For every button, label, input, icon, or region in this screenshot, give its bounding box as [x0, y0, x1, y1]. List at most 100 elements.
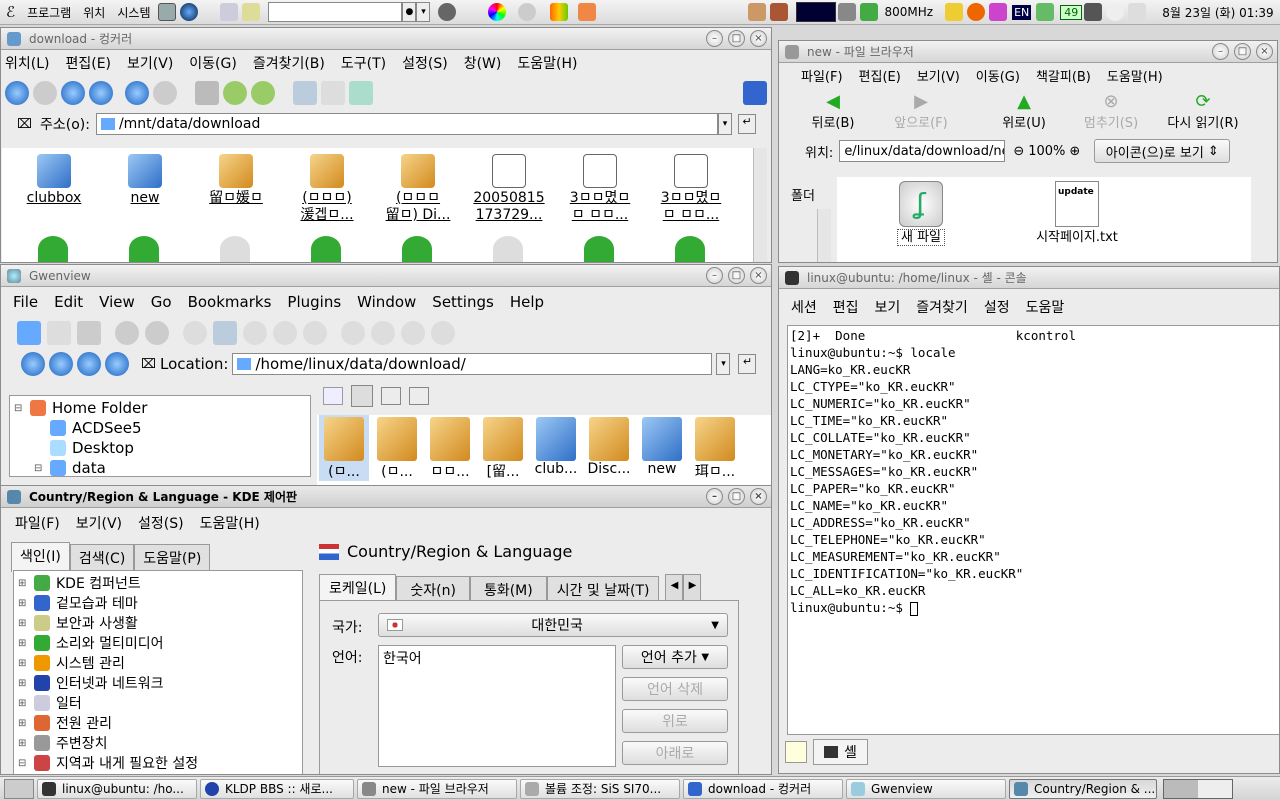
color-wheel-icon[interactable] [488, 3, 507, 21]
reload-button[interactable]: ⟳ 다시 읽기(R) [1143, 91, 1263, 131]
expand-icon[interactable]: ⊞ [18, 578, 28, 589]
equalizer-icon[interactable] [550, 3, 569, 21]
flip-icon[interactable] [431, 321, 455, 345]
keyboard-layout[interactable]: EN [1012, 4, 1032, 20]
menu-settings[interactable]: 설정(S) [130, 513, 192, 533]
menu-help[interactable]: 도움말(H) [1099, 66, 1171, 85]
maximize-button[interactable]: □ [728, 488, 745, 505]
minimize-button[interactable]: – [706, 267, 723, 284]
thumbnail-item[interactable]: ㅁㅁ... [425, 415, 475, 481]
mirror-icon[interactable] [401, 321, 425, 345]
expand-icon[interactable]: ⊞ [18, 618, 28, 629]
tree-item-module[interactable]: ⊞ 시스템 관리 [14, 653, 302, 673]
user-icon[interactable] [945, 3, 964, 21]
menu-help[interactable]: Help [502, 293, 552, 311]
monitor-icon[interactable] [1084, 3, 1103, 21]
calculator-icon[interactable] [158, 3, 177, 21]
fullscreen-icon[interactable] [47, 321, 71, 345]
back-icon[interactable] [5, 81, 29, 105]
menu-bookmarks[interactable]: 즐겨찾기 [908, 297, 976, 317]
print-icon[interactable] [195, 81, 219, 105]
file-item[interactable]: ʆ 새 파일 [881, 181, 961, 246]
back-button[interactable]: ◀ 뒤로(B) [793, 91, 873, 131]
tree-item-data[interactable]: ⊟ data [10, 458, 310, 478]
move-down-button[interactable]: 아래로 [622, 741, 728, 765]
gwenview-titlebar[interactable]: Gwenview – □ × [1, 265, 771, 287]
minimize-button[interactable]: – [1212, 43, 1229, 60]
thumbnail-item[interactable]: new [637, 415, 687, 477]
task-gwenview[interactable]: Gwenview [846, 778, 1006, 799]
file-icon[interactable] [129, 236, 159, 262]
stop-icon[interactable] [153, 81, 177, 105]
clear-location-icon[interactable]: ⌧ [17, 117, 32, 132]
sidebar-scrollbar[interactable] [817, 209, 831, 262]
panel-clock[interactable]: 8월 23일 (화) 01:39 [1162, 4, 1273, 21]
kcontrol-titlebar[interactable]: Country/Region & Language - KDE 제어판 – □ … [1, 486, 771, 508]
language-list[interactable]: 한국어 [378, 645, 616, 767]
thumbnail-item[interactable]: 珥ㅁ... [690, 415, 740, 481]
forward-button[interactable]: ▶ 앞으로(F) [873, 91, 969, 131]
reload-icon[interactable] [125, 81, 149, 105]
menu-go[interactable]: 이동(G) [181, 53, 245, 73]
task-browser[interactable]: KLDP BBS :: 새로... [200, 778, 354, 799]
file-item[interactable]: 20050815 173729... [469, 154, 549, 224]
collapse-icon[interactable]: ⊟ [34, 463, 44, 474]
file-icon[interactable] [220, 236, 250, 262]
menu-go[interactable]: 이동(G) [968, 66, 1028, 85]
menu-applications[interactable]: 프로그램 [21, 4, 77, 21]
file-item[interactable]: 3ㅁㅁ몄ㅁ ㅁ ㅁㅁ... [560, 154, 640, 224]
konqueror-scrollbar[interactable] [753, 148, 767, 262]
close-button[interactable]: × [1256, 43, 1273, 60]
new-session-icon[interactable] [785, 741, 807, 763]
auto-zoom-icon[interactable] [213, 321, 237, 345]
maximize-button[interactable]: □ [728, 267, 745, 284]
menu-edit[interactable]: Edit [46, 293, 91, 311]
firefox-icon[interactable] [967, 3, 986, 21]
menu-edit[interactable]: 편집 [825, 297, 867, 317]
panel-dropdown-arrow[interactable]: ▾ [416, 2, 431, 22]
task-kcontrol[interactable]: Country/Region & ... [1009, 778, 1157, 799]
thumb-large-icon[interactable] [409, 387, 429, 405]
menu-bookmarks[interactable]: Bookmarks [180, 293, 280, 311]
menu-help[interactable]: 도움말(H) [192, 513, 268, 533]
menu-view[interactable]: 보기(V) [119, 53, 181, 73]
expand-icon[interactable]: ⊞ [18, 658, 28, 669]
task-volume[interactable]: 볼륨 조정: SiS SI70... [520, 778, 680, 799]
menu-file[interactable]: File [5, 293, 46, 311]
nautilus-titlebar[interactable]: new - 파일 브라우저 – □ × [779, 41, 1277, 63]
expand-icon[interactable]: ⊞ [18, 718, 28, 729]
flower-icon[interactable] [989, 3, 1008, 21]
mail-icon[interactable] [220, 3, 239, 21]
file-item[interactable]: (ㅁㅁㅁ) 湲겝ㅁ... [287, 154, 367, 224]
tab-search[interactable]: 검색(C) [69, 544, 135, 572]
forward-icon[interactable] [77, 352, 101, 376]
stop-button[interactable]: ⊗ 멈추기(S) [1079, 91, 1143, 131]
thumb-view-icon[interactable] [351, 385, 373, 407]
tab-help[interactable]: 도움말(P) [134, 544, 211, 572]
expand-icon[interactable]: ⊞ [18, 638, 28, 649]
task-konqueror[interactable]: download - 컹커러 [683, 778, 843, 799]
expand-icon[interactable]: ⊞ [18, 738, 28, 749]
maximize-button[interactable]: □ [1234, 43, 1251, 60]
workspace-switcher[interactable] [1163, 778, 1233, 799]
expand-icon[interactable]: ⊞ [18, 678, 28, 689]
menu-session[interactable]: 세션 [783, 297, 825, 317]
panel-dropdown-button[interactable]: ● [402, 2, 417, 22]
terminal-titlebar[interactable]: linux@ubuntu: /home/linux - 셸 - 콘솔 [779, 267, 1279, 289]
file-item[interactable]: clubbox [14, 154, 94, 207]
minimize-button[interactable]: – [706, 488, 723, 505]
view-mode-select[interactable]: 아이콘(으)로 보기 ⇕ [1094, 139, 1231, 163]
update-icon[interactable] [578, 3, 597, 21]
location-input[interactable]: /home/linux/data/download/ [232, 353, 713, 375]
network-icon[interactable] [838, 3, 857, 21]
browse-icon[interactable] [17, 321, 41, 345]
menu-edit[interactable]: 편집(E) [851, 66, 909, 85]
file-item[interactable]: new [105, 154, 185, 207]
location-input[interactable]: e/linux/data/download/new [839, 140, 1006, 162]
thumbnail-item[interactable]: (ㅁ... [372, 415, 422, 481]
menu-settings[interactable]: 설정(S) [394, 53, 456, 73]
language-item[interactable]: 한국어 [383, 648, 611, 668]
address-input[interactable]: /mnt/data/download [95, 113, 718, 135]
file-icon[interactable] [493, 236, 523, 262]
menu-file[interactable]: 파일(F) [7, 513, 68, 533]
